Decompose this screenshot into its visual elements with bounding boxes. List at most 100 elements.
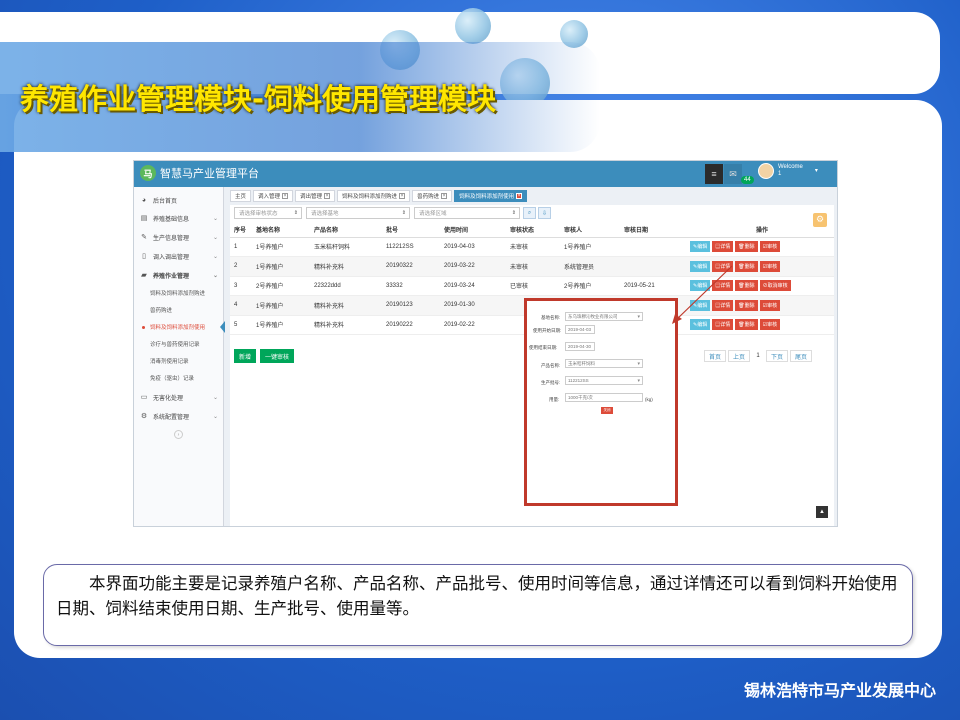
popup-product-select[interactable]: 玉米秸秆饲料 [565,359,643,368]
close-icon[interactable]: × [441,193,448,199]
pager-next[interactable]: 下页 [766,350,788,362]
popup-field-label: 生产批号: [541,380,561,385]
tab-vet-purchase[interactable]: 兽药购进 × [412,190,453,202]
sidebar: ◕ 后台首页 ▤ 养殖基础信息 ⌄ ✎ 生产信息管理 ⌄ ▯ 调入调出管理 ⌄ ▰ 养殖作业管理… [134,187,225,526]
table-row: 3 2号养殖户 22322ddd 33332 2019-03-24 已审核 2号… [230,276,834,296]
app-screenshot: 马 智慧马产业管理平台 ≡ ✉ 44 Welcome 1 ▾ ◕ 后台首页 ▤ 养殖… [133,160,838,527]
sidebar-item-transfer[interactable]: ▯ 调入调出管理 ⌄ [134,247,224,265]
audit-button[interactable]: ☑审核 [759,241,781,253]
delete-button[interactable]: 🗑删除 [735,280,758,292]
detail-button[interactable]: ▤详情 [712,241,734,253]
table-cell: 精料补充料 [310,256,382,277]
close-icon[interactable]: × [324,193,331,199]
audit-status-select[interactable]: 请选择审核状态 ⇕ [234,207,302,219]
table-cell: 1 [230,237,252,257]
table-cell: 未审核 [506,237,560,257]
sidebar-subitem[interactable]: 饲料及饲料添加剂购进 [134,284,224,301]
table-cell: 1号养殖户 [252,315,310,335]
table-cell: 2019-03-24 [440,276,506,296]
sidebar-item-harmless[interactable]: ▭ 无害化处理 ⌄ [134,388,224,406]
add-button[interactable]: 新增 [234,349,257,363]
sidebar-subitem[interactable]: 免疫（驱虫）记录 [134,369,224,386]
mail-icon[interactable]: ✉ [724,164,742,184]
delete-button[interactable]: 🗑删除 [735,299,758,311]
table-cell: 1号养殖户 [252,295,310,316]
unaudit-button[interactable]: ⊘取消审核 [759,280,791,292]
folder-icon: ▰ [141,272,147,279]
col-header: 序号 [230,223,252,238]
tab-home[interactable]: 主页 [230,190,252,202]
sidebar-subitem[interactable]: 诊疗与兽药使用记录 [134,335,224,352]
table-cell: 3 [230,276,252,296]
edit-button[interactable]: ✎编辑 [690,241,711,253]
sidebar-item-breeding-ops[interactable]: ▰ 养殖作业管理 ⌄ [134,266,224,284]
menu-icon[interactable]: ≡ [705,164,723,184]
base-select[interactable]: 请选择基地 ⇕ [306,207,410,219]
sidebar-item-breeding-info[interactable]: ▤ 养殖基础信息 ⌄ [134,209,224,227]
popup-amount-input[interactable]: 1000千克/次 [565,393,643,402]
tab-feed-purchase[interactable]: 饲料及饲料添加剂购进 × [337,190,411,202]
popup-end-date[interactable]: 2019-04-30 [565,342,595,351]
popup-start-date[interactable]: 2019-04-03 [565,325,595,334]
pager-prev[interactable]: 上页 [728,350,750,362]
table-cell: 5 [230,315,252,335]
chevron-down-icon: ⌄ [212,234,218,241]
table-cell: 1号养殖户 [252,237,310,257]
export-icon[interactable]: ⇩ [538,207,551,219]
region-select[interactable]: 请选择区域 ⇕ [414,207,520,219]
pager-first[interactable]: 首页 [704,350,726,362]
table-cell: 20190322 [382,256,440,277]
user-name: 1 [778,171,782,177]
tab-feed-usage[interactable]: 饲料及饲料添加剂使用 × [454,190,528,202]
popup-field-label: 产品名称: [541,363,561,368]
sidebar-item-system[interactable]: ⚙ 系统配置管理 ⌄ [134,407,224,425]
popup-batch-select[interactable]: 112212SS [565,376,643,385]
popup-unit-label: (kg) [645,397,653,402]
gear-icon: ⚙ [140,413,148,420]
delete-button[interactable]: 🗑删除 [735,260,758,272]
user-menu[interactable]: Welcome 1 ▾ [758,163,818,179]
tab-transfer-out[interactable]: 调出管理 × [295,190,336,202]
chevron-down-icon: ⌄ [212,272,218,279]
chevron-down-icon: ▾ [814,167,818,174]
collapse-sidebar-icon[interactable]: › [174,430,183,439]
delete-button[interactable]: 🗑删除 [735,241,758,253]
file-icon: ▯ [142,253,146,260]
tab-transfer-in[interactable]: 调入管理 × [253,190,294,202]
popup-base-select[interactable]: 东乌珠穆沁牧业有限公司 [565,312,643,321]
audit-button[interactable]: ☑审核 [759,319,781,331]
table-cell: 4 [230,295,252,316]
sidebar-subitem[interactable]: 兽药购进 [134,301,224,318]
batch-audit-button[interactable]: 一键审核 [260,349,295,363]
avatar [758,163,774,179]
brand[interactable]: 马 智慧马产业管理平台 [140,165,259,181]
close-icon[interactable]: × [516,193,523,199]
delete-button[interactable]: 🗑删除 [735,319,758,331]
search-icon[interactable]: ⌕ [523,207,536,219]
table-cell: 未审核 [506,256,560,277]
table-cell: 2019-02-22 [440,315,506,335]
close-icon[interactable]: × [282,193,289,199]
popup-close-button[interactable]: 关闭 [601,407,613,414]
description-box: 本界面功能主要是记录养殖户名称、产品名称、产品批号、使用时间等信息，通过详情还可… [43,564,913,646]
table-cell: 玉米秸秆饲料 [310,237,382,257]
popup-field-label: 用量: [549,397,560,402]
table-cell [620,237,686,257]
audit-button[interactable]: ☑审核 [759,260,781,272]
pager-last[interactable]: 尾页 [790,350,812,362]
table-cell: 2019-01-30 [440,295,506,316]
sidebar-item-dashboard[interactable]: ◕ 后台首页 [134,191,224,209]
footer-org-name: 锡林浩特市马产业发展中心 [743,681,936,700]
settings-gear-icon[interactable]: ⚙ [813,213,827,227]
sidebar-item-production[interactable]: ✎ 生产信息管理 ⌄ [134,228,224,246]
table-cell: 系统管理员 [560,256,620,277]
sidebar-subitem[interactable]: 消毒剂使用记录 [134,352,224,369]
sidebar-subitem-active[interactable]: 饲料及饲料添加剂使用 [134,318,224,335]
table-cell: 1号养殖户 [252,256,310,277]
close-icon[interactable]: × [399,193,406,199]
chevron-down-icon: ⌄ [212,253,218,260]
audit-button[interactable]: ☑审核 [759,299,781,311]
scroll-top-button[interactable]: ▲ [816,506,828,518]
tab-bar: 主页 调入管理 × 调出管理 × 饲料及饲料添加剂购进 × 兽药购进 × 饲料及饲料添加… [230,190,528,202]
brand-name: 智慧马产业管理平台 [160,168,259,180]
